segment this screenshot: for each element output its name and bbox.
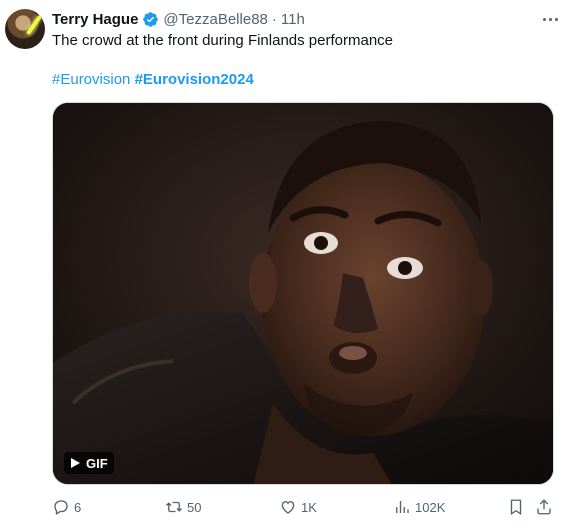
hashtag-line: #Eurovision #Eurovision2024 [52, 70, 254, 90]
gif-frame-image [53, 103, 553, 484]
reply-icon [54, 500, 68, 515]
more-options-icon[interactable] [540, 11, 560, 27]
play-icon [71, 458, 80, 468]
gif-media[interactable]: GIF [52, 102, 554, 485]
reply-button[interactable]: 6 [52, 495, 81, 519]
tweet-timestamp[interactable]: 11h [281, 11, 305, 28]
bookmark-button[interactable] [507, 495, 525, 519]
tweet-header: Terry Hague @TezzaBelle88 · 11h [52, 9, 305, 29]
views-count: 102K [415, 499, 446, 515]
gif-badge[interactable]: GIF [64, 452, 114, 474]
retweet-count: 50 [187, 499, 202, 515]
author-handle[interactable]: @TezzaBelle88 [163, 11, 267, 28]
like-count: 1K [301, 499, 317, 515]
hashtag-link[interactable]: #Eurovision2024 [135, 71, 254, 88]
retweet-button[interactable]: 50 [165, 495, 201, 519]
author-name[interactable]: Terry Hague [52, 11, 138, 28]
gif-label: GIF [86, 455, 108, 471]
tweet-text: The crowd at the front during Finlands p… [52, 32, 394, 49]
tweet-actions: 6 50 1K 102K [52, 495, 554, 519]
separator-dot: · [271, 10, 277, 28]
share-icon [537, 499, 551, 515]
share-button[interactable] [535, 495, 553, 519]
like-button[interactable]: 1K [279, 495, 317, 519]
hashtag-link[interactable]: #Eurovision [52, 71, 130, 88]
bookmark-icon [510, 499, 522, 516]
verified-badge-icon [143, 11, 159, 27]
views-chart-icon [396, 501, 409, 513]
author-avatar[interactable] [5, 9, 45, 49]
reply-count: 6 [74, 499, 82, 515]
views-button[interactable]: 102K [393, 495, 445, 519]
retweet-icon [166, 501, 182, 513]
heart-icon [281, 501, 295, 514]
